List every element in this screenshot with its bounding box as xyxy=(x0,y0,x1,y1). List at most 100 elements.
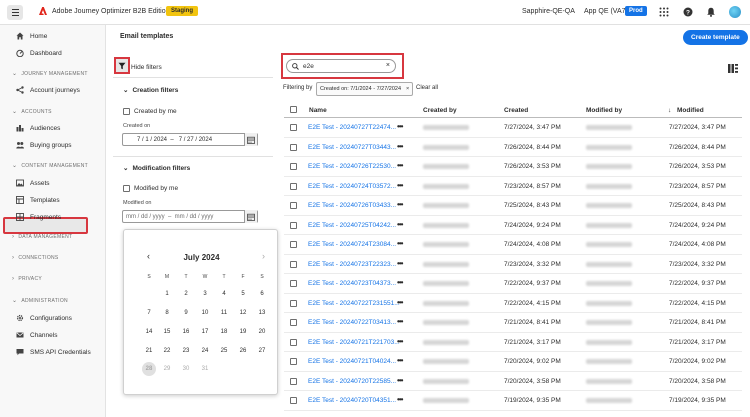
row-checkbox[interactable] xyxy=(290,358,297,365)
calendar-day[interactable]: 21 xyxy=(142,344,156,358)
row-checkbox[interactable] xyxy=(290,299,297,307)
more-actions-icon[interactable]: ••• xyxy=(397,337,403,346)
more-actions-icon[interactable]: ••• xyxy=(397,259,403,268)
template-name-link[interactable]: E2E Test - 20240722T231551... xyxy=(308,300,400,307)
table-row[interactable]: E2E Test - 20240727T22474... ••• 7/27/2024… xyxy=(284,118,742,138)
sidebar-item-home[interactable]: Home xyxy=(16,32,47,40)
calendar-button[interactable] xyxy=(244,210,257,223)
calendar-day[interactable]: 22 xyxy=(160,344,174,358)
calendar-day[interactable]: 31 xyxy=(198,362,212,376)
sidebar-item-channels[interactable]: Channels xyxy=(16,331,57,339)
calendar-day[interactable]: 10 xyxy=(198,306,212,320)
more-actions-icon[interactable]: ••• xyxy=(397,142,403,151)
template-name-link[interactable]: E2E Test - 20240727T03443... xyxy=(308,144,396,151)
calendar-day[interactable]: 3 xyxy=(198,287,212,301)
column-header-modified-by[interactable]: Modified by xyxy=(586,107,622,114)
table-row[interactable]: E2E Test - 20240722T231551... ••• 7/22/202… xyxy=(284,294,742,313)
notifications-bell-icon[interactable] xyxy=(706,7,716,17)
sandbox-switcher[interactable]: App QE (VA7) xyxy=(584,8,628,15)
template-name-link[interactable]: E2E Test - 20240722T03413... xyxy=(308,319,396,326)
more-actions-icon[interactable]: ••• xyxy=(397,395,403,404)
more-actions-icon[interactable]: ••• xyxy=(397,298,403,307)
row-checkbox[interactable] xyxy=(290,338,297,346)
calendar-day[interactable]: 9 xyxy=(179,306,193,320)
row-checkbox[interactable] xyxy=(290,143,297,151)
section-data-management[interactable]: › DATA MANAGEMENT xyxy=(12,234,72,240)
column-settings-icon[interactable] xyxy=(728,64,738,73)
filter-chip[interactable]: Created on: 7/1/2024 - 7/27/2024 × xyxy=(316,82,414,96)
calendar-day[interactable]: 16 xyxy=(179,325,193,339)
table-row[interactable]: E2E Test - 20240721T221703... ••• 7/21/202… xyxy=(284,333,742,352)
table-row[interactable]: E2E Test - 20240727T03443... ••• 7/26/2024… xyxy=(284,138,742,157)
sidebar-item-assets[interactable]: Assets xyxy=(16,179,50,187)
creation-filters-header[interactable]: ⌄ Creation filters xyxy=(123,86,178,95)
table-row[interactable]: E2E Test - 20240726T22530... ••• 7/26/2024… xyxy=(284,157,742,177)
next-month-button[interactable]: › xyxy=(262,251,265,261)
table-row[interactable]: E2E Test - 20240725T04242... ••• 7/24/2024… xyxy=(284,216,742,235)
calendar-day[interactable]: 30 xyxy=(179,362,193,376)
calendar-day[interactable]: 20 xyxy=(255,325,269,339)
sort-desc-icon[interactable]: ↓ xyxy=(668,107,671,114)
calendar-day[interactable]: 2 xyxy=(179,287,193,301)
more-actions-icon[interactable]: ••• xyxy=(397,220,403,229)
search-input[interactable]: e2e × xyxy=(286,59,396,73)
menu-toggle-button[interactable] xyxy=(7,5,23,20)
calendar-day[interactable]: 17 xyxy=(198,325,212,339)
apps-grid-icon[interactable] xyxy=(659,7,669,17)
template-name-link[interactable]: E2E Test - 20240721T221703... xyxy=(308,339,400,346)
template-name-link[interactable]: E2E Test - 20240724T03572... xyxy=(308,183,396,190)
calendar-button[interactable] xyxy=(244,133,257,146)
more-actions-icon[interactable]: ••• xyxy=(397,317,403,326)
section-privacy[interactable]: › PRIVACY xyxy=(12,276,42,282)
calendar-day[interactable]: 8 xyxy=(160,306,174,320)
clear-search-icon[interactable]: × xyxy=(386,62,390,69)
calendar-day[interactable]: 25 xyxy=(217,344,231,358)
section-journey-management[interactable]: ⌄ JOURNEY MANAGEMENT xyxy=(12,70,88,78)
row-checkbox[interactable] xyxy=(290,202,297,209)
row-checkbox[interactable] xyxy=(290,124,297,131)
sidebar-item-audiences[interactable]: Audiences xyxy=(16,124,60,132)
column-header-modified[interactable]: Modified xyxy=(677,107,704,114)
row-checkbox[interactable] xyxy=(290,260,297,268)
section-administration[interactable]: ⌄ ADMINISTRATION xyxy=(12,297,68,305)
sidebar-item-account-journeys[interactable]: Account journeys xyxy=(16,86,80,94)
sidebar-item-dashboard[interactable]: Dashboard xyxy=(16,49,62,57)
more-actions-icon[interactable]: ••• xyxy=(397,278,403,287)
section-content-management[interactable]: ⌄ CONTENT MANAGEMENT xyxy=(12,162,88,170)
clear-all-link[interactable]: Clear all xyxy=(416,85,438,91)
template-name-link[interactable]: E2E Test - 20240721T04024... xyxy=(308,358,396,365)
table-row[interactable]: E2E Test - 20240721T04024... ••• 7/20/2024… xyxy=(284,352,742,372)
created-by-me-checkbox[interactable] xyxy=(123,108,130,115)
calendar-day[interactable]: 7 xyxy=(142,306,156,320)
column-header-name[interactable]: Name xyxy=(309,107,327,114)
more-actions-icon[interactable]: ••• xyxy=(397,356,403,365)
sidebar-item-fragments[interactable]: Fragments xyxy=(16,213,61,221)
calendar-day[interactable]: 14 xyxy=(142,325,156,339)
sidebar-item-configurations[interactable]: Configurations xyxy=(16,314,72,322)
sidebar-item-buying-groups[interactable]: Buying groups xyxy=(16,141,72,149)
calendar-day[interactable]: 4 xyxy=(217,287,231,301)
row-checkbox[interactable] xyxy=(290,377,297,385)
sidebar-item-sms-api-credentials[interactable]: SMS API Credentials xyxy=(16,348,91,356)
table-row[interactable]: E2E Test - 20240720T22585... ••• 7/20/2024… xyxy=(284,372,742,391)
table-row[interactable]: E2E Test - 20240724T23084... ••• 7/24/2024… xyxy=(284,235,742,255)
hide-filters-label[interactable]: Hide filters xyxy=(131,64,162,71)
table-row[interactable]: E2E Test - 20240723T04373... ••• 7/22/2024… xyxy=(284,274,742,294)
column-header-created-by[interactable]: Created by xyxy=(423,107,457,114)
more-actions-icon[interactable]: ••• xyxy=(397,122,403,131)
row-checkbox[interactable] xyxy=(290,319,297,326)
create-template-button[interactable]: Create template xyxy=(683,30,748,45)
section-accounts[interactable]: ⌄ ACCOUNTS xyxy=(12,108,52,116)
calendar-day[interactable]: 11 xyxy=(217,306,231,320)
calendar-day[interactable]: 23 xyxy=(179,344,193,358)
filter-toggle-button[interactable] xyxy=(114,57,130,74)
calendar-day[interactable]: 6 xyxy=(255,287,269,301)
template-name-link[interactable]: E2E Test - 20240727T22474... xyxy=(308,124,396,131)
more-actions-icon[interactable]: ••• xyxy=(397,376,403,385)
remove-filter-icon[interactable]: × xyxy=(406,86,409,92)
calendar-day[interactable]: 13 xyxy=(255,306,269,320)
row-checkbox[interactable] xyxy=(290,221,297,229)
more-actions-icon[interactable]: ••• xyxy=(397,181,403,190)
calendar-day[interactable]: 5 xyxy=(236,287,250,301)
org-switcher[interactable]: Sapphire-QE-QA xyxy=(522,8,575,15)
